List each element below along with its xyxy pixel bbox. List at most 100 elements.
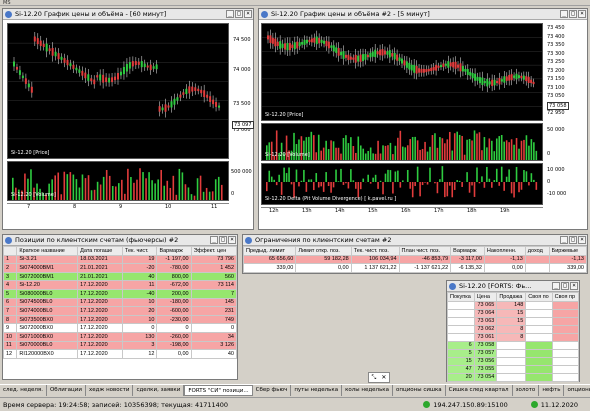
taskbar-tab[interactable]: нефть [539, 385, 565, 396]
column-header[interactable]: Тек. чист. [121, 246, 158, 256]
taskbar-tab[interactable]: сделки, заявки [133, 385, 185, 396]
delta-bar [298, 182, 300, 187]
close-icon[interactable]: ✕ [381, 374, 386, 381]
orderbook-ask-row[interactable]: 73 061 8 [447, 332, 580, 342]
orderbook-bid-row[interactable]: 15 73 056 [447, 356, 580, 366]
taskbar-tab[interactable]: Сбер фьюч [253, 385, 292, 396]
maximize-icon[interactable]: □ [219, 236, 227, 244]
column-header[interactable]: План чист. поз. [398, 246, 452, 256]
chart2-volume-pane[interactable]: Si-12.20 [Volume] [261, 123, 543, 161]
chart2-delta-pane[interactable]: Si-12.20 Delta (Pit Volume Divergence) [… [261, 163, 543, 205]
candle-body [410, 64, 413, 71]
column-header[interactable]: Эффект. цен [190, 246, 238, 256]
volume-bar [508, 142, 510, 160]
close-icon[interactable]: × [578, 10, 586, 18]
column-header[interactable]: Накопленн. [483, 246, 526, 256]
minimize-icon[interactable]: _ [226, 10, 234, 18]
column-header[interactable]: Тек. чист. поз. [350, 246, 400, 256]
minimize-icon[interactable]: _ [552, 282, 560, 290]
delta-bar [434, 182, 436, 184]
ask-qty-cell [496, 364, 527, 374]
ask-qty-cell: 148 [496, 300, 527, 310]
orderbook-bid-row[interactable]: 47 73 055 [447, 364, 580, 374]
table-row[interactable]: 339,00 0,00 1 137 621,22 -1 137 621,22 -6 13… [242, 263, 588, 273]
column-header[interactable]: Краткое название [16, 246, 79, 256]
table-row[interactable]: 12 RI120000BX0 17.12.2020 12 0,00 40 [2, 349, 238, 359]
taskbar-tab[interactable]: Облигации [47, 385, 86, 396]
volume-bar [500, 134, 503, 160]
column-header[interactable]: Предыд. лимит [242, 246, 297, 256]
column-header[interactable]: Дата погаше [77, 246, 123, 256]
chart2-price-pane[interactable]: Si-12.20 [Price] [261, 23, 543, 121]
limits-titlebar[interactable]: Ограничения по клиентским счетам #2 _ □ × [243, 235, 587, 246]
table-row[interactable]: 65 656,60 59 182,28 106 034,94 -46 853,79 -3… [242, 254, 588, 265]
column-header[interactable]: доход [524, 246, 550, 256]
orderbook-ask-row[interactable]: 73 064 15 [447, 308, 580, 318]
taskbar-tab[interactable]: Сишка след квартал [446, 385, 513, 396]
table-row[interactable]: 1 Si-3.21 18.03.2021 19 -1 197,00 73 796 [2, 254, 238, 265]
restore-icon[interactable]: ⤡ [372, 374, 377, 382]
taskbar-tab[interactable]: опционы ртс [564, 385, 590, 396]
candle-body [140, 61, 143, 68]
minimize-icon[interactable]: _ [560, 236, 568, 244]
taskbar-tab[interactable]: колы неделька [342, 385, 394, 396]
maximize-icon[interactable]: □ [235, 10, 243, 18]
column-header[interactable]: Покупка [447, 292, 475, 302]
taskbar-tab[interactable]: след. неделя. [0, 385, 47, 396]
table-row[interactable]: 11 Si070000BL0 17.12.2020 3 -198,00 3 126 [2, 340, 238, 351]
candle-body [383, 50, 386, 55]
table-row[interactable]: 8 Si073500BX0 17.12.2020 10 -230,00 749 [2, 314, 238, 325]
orderbook-bid-row[interactable]: 20 73 054 [447, 372, 580, 382]
chart1-volume-pane[interactable]: Si-12.20 [Volume] [7, 161, 229, 201]
table-row[interactable]: 6 Si074500BL0 17.12.2020 10 -180,00 145 [2, 297, 238, 308]
column-header[interactable]: Своя пр [551, 292, 580, 302]
table-cell: 339,00 [242, 263, 297, 273]
minimized-window[interactable]: ⤡ ✕ [368, 372, 390, 383]
column-header[interactable]: Вармарж [156, 246, 192, 256]
column-header[interactable]: Продажа [496, 292, 527, 302]
candle-body [520, 75, 523, 79]
close-icon[interactable]: × [570, 282, 578, 290]
table-row[interactable]: 7 Si074000BL0 17.12.2020 20 -600,00 231 [2, 306, 238, 316]
orderbook-bid-row[interactable]: 5 73 057 [447, 348, 580, 358]
table-row[interactable]: 2 Si074000BM1 21.01.2021 -20 -780,00 1 452 [2, 263, 238, 273]
volume-bar [175, 194, 178, 200]
column-header[interactable]: Лимит откр. поз. [295, 246, 352, 256]
minimize-icon[interactable]: _ [560, 10, 568, 18]
chart1-titlebar[interactable]: Si-12.20 График цены и объёма - [60 мину… [3, 9, 253, 20]
column-header[interactable] [2, 246, 18, 256]
candle-body [471, 73, 474, 79]
close-icon[interactable]: × [244, 10, 252, 18]
maximize-icon[interactable]: □ [561, 282, 569, 290]
column-header[interactable]: Своя по [525, 292, 553, 302]
taskbar-tab[interactable]: FORTS "СИ" позици... [184, 385, 253, 396]
taskbar-tab[interactable]: золото [513, 385, 540, 396]
orderbook-ask-row[interactable]: 73 065 148 [447, 300, 580, 310]
table-row[interactable]: 5 Si080000BL0 17.12.2020 -40 200,00 7 [2, 288, 238, 299]
close-icon[interactable]: × [578, 236, 586, 244]
orderbook-bid-row[interactable]: 6 73 058 [447, 340, 580, 350]
column-header[interactable]: Вармарж [450, 246, 485, 256]
menu-label[interactable]: MS [3, 0, 11, 6]
table-row[interactable]: 4 Si-12.20 17.12.2020 11 -672,00 73 114 [2, 280, 238, 290]
table-row[interactable]: 10 Si071000BX0 17.12.2020 130 -260,00 34 [2, 331, 238, 342]
chart1-price-pane[interactable]: Si-12.20 [Price] [7, 23, 229, 159]
table-row[interactable]: 9 Si072000BX0 17.12.2020 0 0 0 [2, 323, 238, 333]
positions-titlebar[interactable]: Позиции по клиентским счетам (фьючерсы) … [3, 235, 237, 246]
taskbar-tab[interactable]: хедж новости [86, 385, 134, 396]
taskbar-tab[interactable]: опционы сишка [393, 385, 446, 396]
maximize-icon[interactable]: □ [569, 236, 577, 244]
column-header[interactable]: Цена [473, 292, 498, 302]
orderbook-titlebar[interactable]: Si-12.20 [FORTS: Фь... _ □ × [447, 281, 579, 292]
minimize-icon[interactable]: _ [210, 236, 218, 244]
column-header[interactable]: Биржевые [548, 246, 588, 256]
chart2-titlebar[interactable]: Si-12.20 График цены и объёма #2 - [5 ми… [259, 9, 587, 20]
orderbook-ask-row[interactable]: 73 063 15 [447, 316, 580, 326]
maximize-icon[interactable]: □ [569, 10, 577, 18]
close-icon[interactable]: × [228, 236, 236, 244]
taskbar-tab[interactable]: путы неделька [291, 385, 343, 396]
table-row[interactable]: 3 Si072000BM1 21.01.2021 40 800,00 560 [2, 271, 238, 282]
candle-body [335, 47, 338, 53]
menu-bar: MS [0, 0, 590, 6]
orderbook-ask-row[interactable]: 73 062 8 [447, 324, 580, 334]
